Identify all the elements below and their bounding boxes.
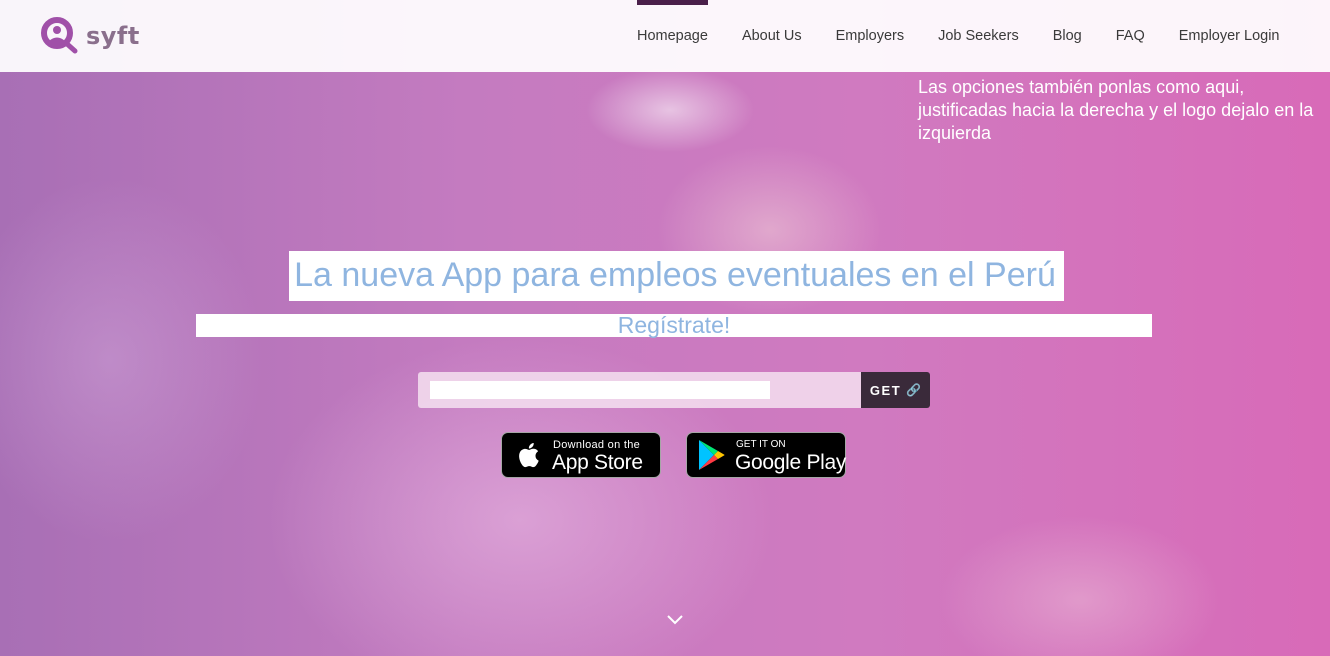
hero-headline: La nueva App para empleos eventuales en … (294, 256, 1056, 294)
brand-name: syft (86, 22, 140, 50)
signup-form (418, 372, 861, 408)
main-nav: Homepage About Us Employers Job Seekers … (620, 0, 1297, 72)
nav-item-homepage[interactable]: Homepage (620, 0, 725, 72)
app-store-badge[interactable]: Download on the App Store (501, 432, 661, 478)
nav-item-faq[interactable]: FAQ (1099, 0, 1162, 72)
google-play-icon (699, 440, 725, 470)
get-button[interactable]: GET 🔗 (861, 372, 930, 408)
syft-logo-icon (41, 17, 78, 54)
nav-item-blog[interactable]: Blog (1036, 0, 1099, 72)
signup-input[interactable] (430, 381, 770, 399)
logo[interactable]: syft (40, 16, 140, 56)
link-icon: 🔗 (906, 383, 922, 397)
hero-subheadline: Regístrate! (617, 312, 731, 338)
nav-item-job-seekers[interactable]: Job Seekers (921, 0, 1036, 72)
google-play-small-text: GET IT ON (736, 439, 786, 450)
app-store-big-text: App Store (552, 451, 643, 474)
nav-item-about-us[interactable]: About Us (725, 0, 819, 72)
app-store-small-text: Download on the (553, 439, 641, 451)
chevron-down-icon[interactable] (666, 612, 684, 626)
nav-item-employer-login[interactable]: Employer Login (1162, 0, 1297, 72)
google-play-badge[interactable]: GET IT ON Google Play (686, 432, 846, 478)
navbar: syft Homepage About Us Employers Job See… (0, 0, 1330, 72)
google-play-big-text: Google Play (735, 451, 847, 474)
annotation-note: Las opciones también ponlas como aqui, j… (918, 77, 1314, 143)
nav-item-employers[interactable]: Employers (819, 0, 922, 72)
apple-icon (519, 443, 539, 468)
get-button-label: GET (869, 382, 902, 398)
